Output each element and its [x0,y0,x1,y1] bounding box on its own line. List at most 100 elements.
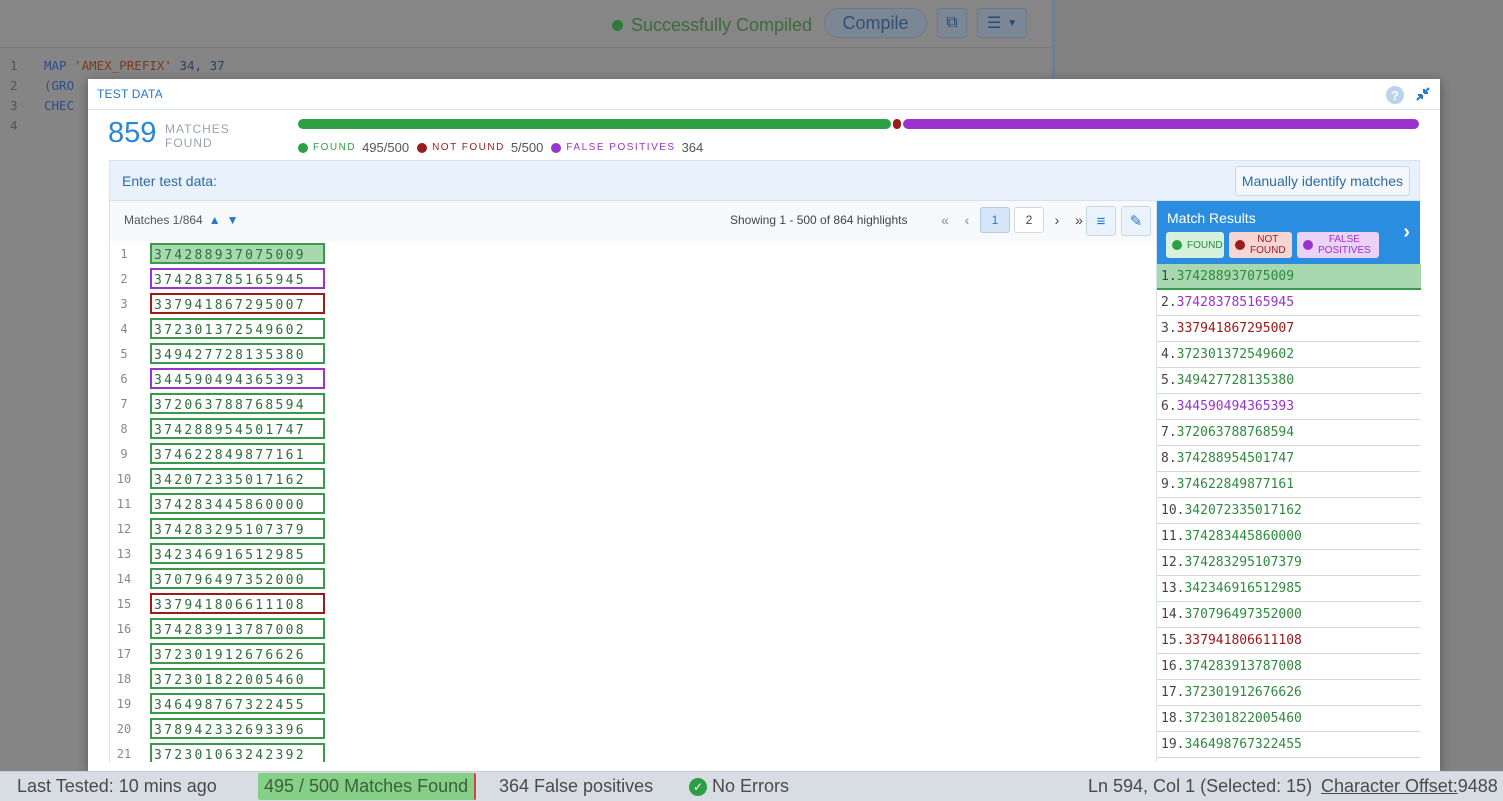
matches-found-badge[interactable]: 495 / 500 Matches Found [258,773,477,800]
highlighted-match[interactable]: 374283295107379 [150,518,325,539]
test-data-line[interactable]: 10 342072335017162 [110,466,1156,491]
test-data-line[interactable]: 5 349427728135380 [110,341,1156,366]
filter-chip-found[interactable]: FOUND [1166,232,1224,258]
test-data-line[interactable]: 12 374283295107379 [110,516,1156,541]
highlighted-match[interactable]: 374283785165945 [150,268,325,289]
highlighted-match[interactable]: 337941867295007 [150,293,325,314]
highlighted-match[interactable]: 372301372549602 [150,318,325,339]
result-number: 4. [1161,347,1177,362]
highlighted-match[interactable]: 372301822005460 [150,668,325,689]
legend-item: FOUND 495/500 [298,140,409,155]
manually-identify-button[interactable]: Manually identify matches [1234,166,1410,196]
test-data-line[interactable]: 15 337941806611108 [110,591,1156,616]
highlighted-match[interactable]: 370796497352000 [150,568,325,589]
result-row[interactable]: 10. 342072335017162 [1157,498,1421,524]
result-number: 3. [1161,321,1177,336]
chevron-down-icon: ▼ [1007,17,1018,29]
copy-icon[interactable]: ⧉ [937,8,967,38]
highlighted-match[interactable]: 342072335017162 [150,468,325,489]
test-data-line[interactable]: 14 370796497352000 [110,566,1156,591]
test-data-editor[interactable]: Matches 1/864 ▲ ▼ Showing 1 - 500 of 864… [110,201,1156,762]
test-data-line[interactable]: 20 378942332693396 [110,716,1156,741]
result-row[interactable]: 2. 374283785165945 [1157,290,1421,316]
result-row[interactable]: 16. 374283913787008 [1157,654,1421,680]
highlighted-match[interactable]: 374283913787008 [150,618,325,639]
highlighted-match[interactable]: 344590494365393 [150,368,325,389]
test-data-line[interactable]: 18 372301822005460 [110,666,1156,691]
test-data-line[interactable]: 8 374288954501747 [110,416,1156,441]
format-dropdown-button[interactable]: ☰ ▼ [977,8,1027,38]
test-data-line[interactable]: 4 372301372549602 [110,316,1156,341]
result-row[interactable]: 14. 370796497352000 [1157,602,1421,628]
result-row[interactable]: 5. 349427728135380 [1157,368,1421,394]
chevron-up-icon[interactable]: ▲ [209,213,221,227]
character-offset[interactable]: Character Offset:9488 [1321,776,1498,797]
test-data-line[interactable]: 17 372301912676626 [110,641,1156,666]
highlighted-match[interactable]: 349427728135380 [150,343,325,364]
test-data-line[interactable]: 1 374288937075009 [110,241,1156,266]
result-row[interactable]: 18. 372301822005460 [1157,706,1421,732]
highlighted-match[interactable]: 342346916512985 [150,543,325,564]
highlighted-match[interactable]: 346498767322455 [150,693,325,714]
match-results-list: 1. 374288937075009 2. 374283785165945 3. 3379… [1157,264,1421,762]
result-row[interactable]: 13. 342346916512985 [1157,576,1421,602]
result-row[interactable]: 4. 372301372549602 [1157,342,1421,368]
result-row[interactable]: 8. 374288954501747 [1157,446,1421,472]
highlighted-match[interactable]: 374622849877161 [150,443,325,464]
result-row[interactable]: 17. 372301912676626 [1157,680,1421,706]
page-2-button[interactable]: 2 [1014,207,1044,233]
result-row[interactable]: 7. 372063788768594 [1157,420,1421,446]
test-data-line[interactable]: 9 374622849877161 [110,441,1156,466]
compile-button[interactable]: Compile [824,8,927,38]
line-number: 10 [116,471,132,486]
result-row[interactable]: 11. 374283445860000 [1157,524,1421,550]
wrap-icon[interactable]: ≡ [1086,206,1116,236]
test-data-line[interactable]: 2 374283785165945 [110,266,1156,291]
highlighted-match[interactable]: 374288954501747 [150,418,325,439]
test-data-line[interactable]: 11 374283445860000 [110,491,1156,516]
test-data-line[interactable]: 19 346498767322455 [110,691,1156,716]
test-data-line[interactable]: 16 374283913787008 [110,616,1156,641]
test-data-line[interactable]: 13 342346916512985 [110,541,1156,566]
help-icon[interactable]: ? [1386,86,1404,104]
highlighted-match[interactable]: 372063788768594 [150,393,325,414]
chevron-right-icon[interactable]: › [1403,221,1410,244]
result-row[interactable]: 3. 337941867295007 [1157,316,1421,342]
result-value: 374288937075009 [1176,268,1295,284]
highlighted-match[interactable]: 372301063242392 [150,743,325,762]
highlighted-match[interactable]: 372301912676626 [150,643,325,664]
collapse-icon[interactable] [1414,85,1432,103]
result-row[interactable]: 6. 344590494365393 [1157,394,1421,420]
result-row[interactable]: 9. 374622849877161 [1157,472,1421,498]
highlighted-match[interactable]: 337941806611108 [150,593,325,614]
test-data-line[interactable]: 21 372301063242392 [110,741,1156,762]
test-data-line[interactable]: 6 344590494365393 [110,366,1156,391]
filter-chip-notfound[interactable]: NOT FOUND [1229,232,1292,258]
result-number: 10. [1161,503,1185,518]
next-page-icon[interactable]: › [1048,212,1066,228]
highlighted-match[interactable]: 374288937075009 [150,243,325,264]
page-1-button[interactable]: 1 [980,207,1010,233]
highlighted-match[interactable]: 378942332693396 [150,718,325,739]
result-row[interactable]: 19. 346498767322455 [1157,732,1421,758]
entry-bar: Enter test data: Manually identify match… [110,161,1419,201]
progress-falsepos-segment [903,119,1419,129]
result-row[interactable]: 1. 374288937075009 [1157,264,1421,290]
test-data-line[interactable]: 7 372063788768594 [110,391,1156,416]
result-row[interactable]: 15. 337941806611108 [1157,628,1421,654]
legend-item: NOT FOUND 5/500 [417,140,543,155]
test-data-line[interactable]: 3 337941867295007 [110,291,1156,316]
result-row[interactable]: 12. 374283295107379 [1157,550,1421,576]
result-value: 374622849877161 [1176,477,1295,492]
test-data-lines[interactable]: 1 374288937075009 2 374283785165945 3 3379418… [110,241,1156,762]
chevron-down-icon[interactable]: ▼ [227,213,239,227]
prev-page-icon[interactable]: ‹ [958,212,976,228]
first-page-icon[interactable]: « [936,212,954,228]
progress-notfound-segment [893,119,902,129]
false-positives-status[interactable]: 364 False positives [499,776,653,797]
result-value: 372301912676626 [1184,685,1302,700]
filter-chip-falsepos[interactable]: FALSE POSITIVES [1297,232,1379,258]
edit-icon[interactable]: ✎ [1121,206,1151,236]
errors-status[interactable]: ✓ No Errors [689,776,789,797]
highlighted-match[interactable]: 374283445860000 [150,493,325,514]
